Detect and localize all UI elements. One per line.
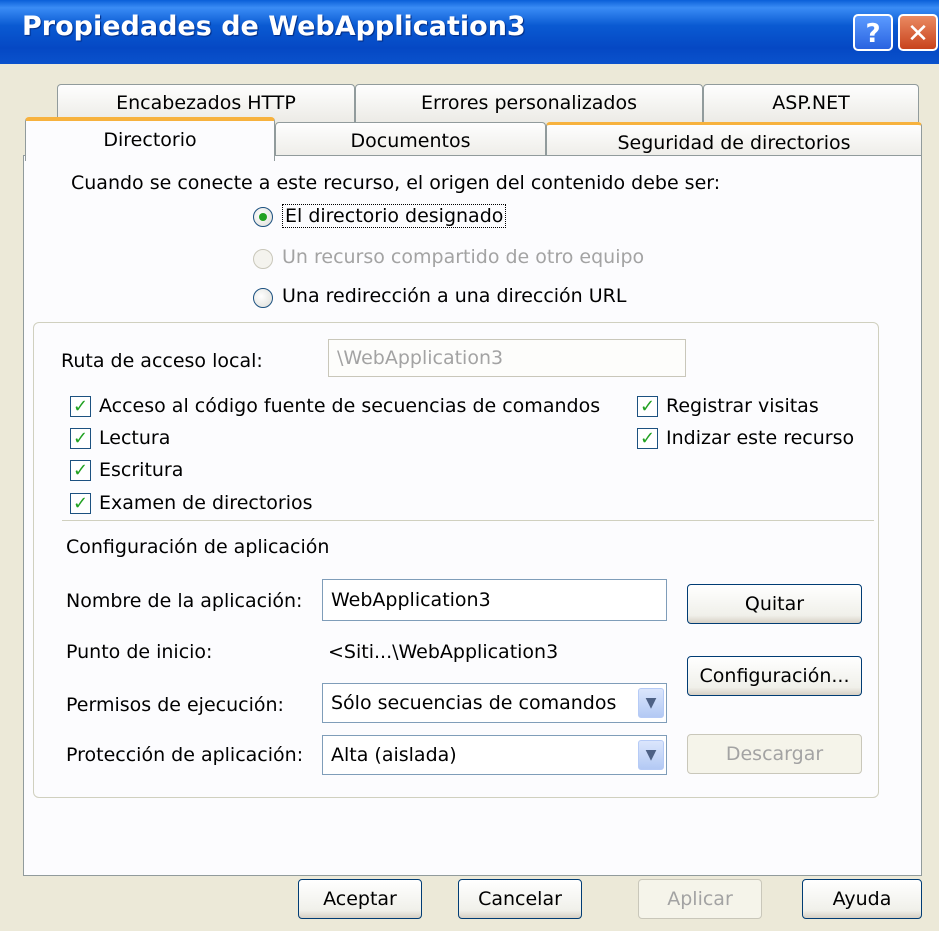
app-name-input[interactable]: WebApplication3: [322, 579, 667, 621]
checkbox-registrar-visitas[interactable]: ✓: [637, 396, 658, 417]
radio-redireccion-url[interactable]: [253, 288, 273, 308]
exec-permissions-label: Permisos de ejecución:: [66, 694, 284, 716]
checkbox-indizar-recurso[interactable]: ✓: [637, 428, 658, 449]
protection-label: Protección de aplicación:: [66, 744, 304, 766]
checkbox-label-examen[interactable]: Examen de directorios: [99, 492, 313, 514]
radio-label-directorio[interactable]: El directorio designado: [282, 204, 507, 228]
checkbox-label-acceso-codigo[interactable]: Acceso al código fuente de secuencias de…: [99, 395, 600, 417]
exec-permissions-value: Sólo secuencias de comandos: [331, 692, 617, 714]
remove-button[interactable]: Quitar: [687, 584, 862, 624]
radio-label-recurso-compartido: Un recurso compartido de otro equipo: [282, 246, 645, 268]
start-point-label: Punto de inicio:: [66, 641, 213, 663]
source-prompt: Cuando se conecte a este recurso, el ori…: [71, 172, 721, 194]
protection-dropdown-arrow-icon[interactable]: ▼: [638, 740, 664, 770]
radio-label-redireccion[interactable]: Una redirección a una dirección URL: [282, 285, 626, 307]
checkbox-escritura[interactable]: ✓: [70, 460, 91, 481]
checkbox-label-indizar[interactable]: Indizar este recurso: [666, 427, 854, 449]
checkbox-label-lectura[interactable]: Lectura: [99, 427, 170, 449]
settings-groupbox: [33, 322, 879, 798]
checkbox-examen-directorios[interactable]: ✓: [70, 493, 91, 514]
start-point-value: <Siti...\WebApplication3: [328, 641, 559, 663]
checkbox-lectura[interactable]: ✓: [70, 428, 91, 449]
protection-select[interactable]: Alta (aislada): [322, 735, 667, 775]
checkbox-label-registrar[interactable]: Registrar visitas: [666, 395, 819, 417]
radio-directorio-designado[interactable]: [253, 207, 273, 227]
local-path-field: \WebApplication3: [328, 339, 686, 377]
exec-permissions-select[interactable]: Sólo secuencias de comandos: [322, 683, 667, 723]
panel-content: Cuando se conecte a este recurso, el ori…: [0, 0, 939, 931]
unload-button: Descargar: [687, 734, 862, 774]
exec-dropdown-arrow-icon[interactable]: ▼: [638, 688, 664, 718]
app-config-heading: Configuración de aplicación: [66, 536, 330, 558]
protection-value: Alta (aislada): [331, 744, 457, 766]
checkbox-label-escritura[interactable]: Escritura: [99, 459, 183, 481]
app-name-label: Nombre de la aplicación:: [66, 590, 303, 612]
section-divider: [62, 520, 874, 521]
properties-dialog: Propiedades de WebApplication3 ? ✕ Encab…: [0, 0, 939, 931]
configuration-button[interactable]: Configuración...: [687, 656, 862, 696]
radio-recurso-compartido: [253, 249, 273, 269]
local-path-label: Ruta de acceso local:: [61, 350, 263, 372]
checkbox-acceso-codigo[interactable]: ✓: [70, 396, 91, 417]
